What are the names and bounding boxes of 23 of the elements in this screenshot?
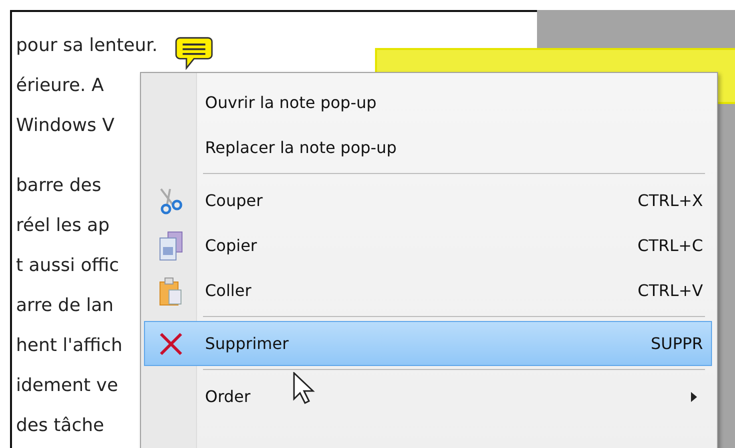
clipboard-icon [158, 276, 184, 306]
document-text-line: Windows V [16, 114, 114, 138]
menu-item[interactable]: Order [144, 374, 712, 419]
scissors-icon [158, 186, 184, 214]
menu-item[interactable]: Couper CTRL+X [144, 178, 712, 223]
document-text-line: réel les ap [16, 214, 110, 238]
delete-icon [159, 332, 183, 356]
menu-item[interactable]: Ouvrir la note pop-up [144, 80, 712, 125]
copy-icon [158, 230, 184, 260]
document-text-line: barre des [16, 174, 102, 198]
submenu-arrow-icon [691, 392, 697, 402]
document-text-line: pour sa lenteur. [16, 34, 158, 58]
menu-item[interactable]: Replacer la note pop-up [144, 125, 712, 170]
document-text-line: hent l'affich [16, 334, 122, 358]
menu-item[interactable]: Coller CTRL+V [144, 268, 712, 313]
menu-item[interactable]: Supprimer SUPPR [144, 321, 712, 366]
mouse-pointer-icon [293, 372, 315, 404]
menu-item[interactable]: Copier CTRL+C [144, 223, 712, 268]
document-text-line: idement ve [16, 374, 118, 398]
document-text-line: des tâche [16, 414, 104, 438]
document-text-line: érieure. A [16, 74, 104, 98]
document-text-line: arre de lan [16, 294, 114, 318]
document-text-line: t aussi offic [16, 254, 120, 278]
